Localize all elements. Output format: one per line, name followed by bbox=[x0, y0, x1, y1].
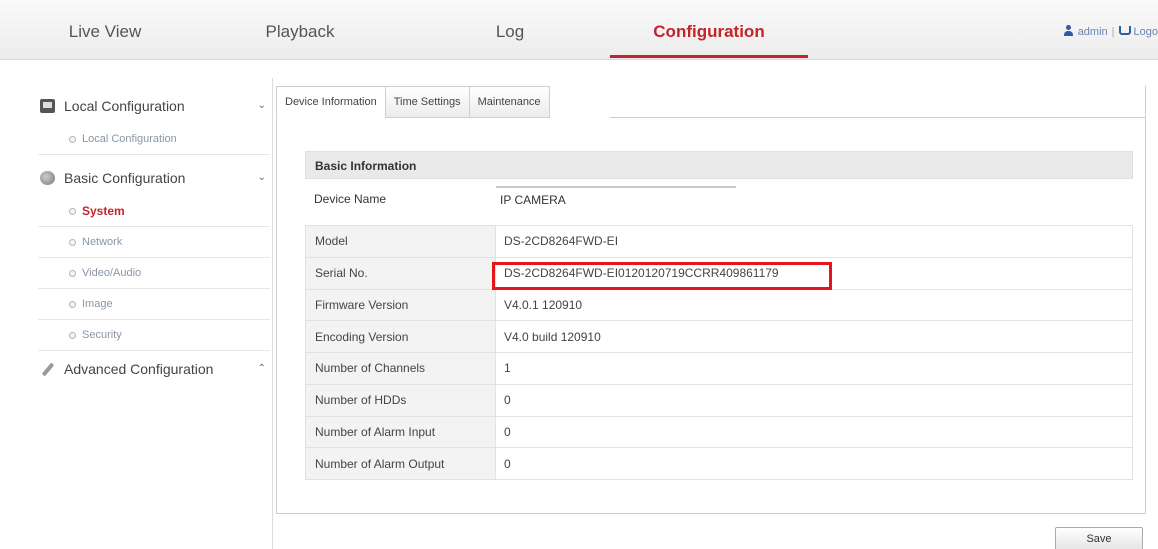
table-row: Number of Alarm Output 0 bbox=[305, 447, 1133, 480]
user-icon bbox=[1063, 25, 1074, 36]
info-key: Number of Alarm Output bbox=[305, 447, 496, 480]
sidebar-group-advanced-configuration[interactable]: Advanced Configuration ⌃ bbox=[38, 351, 270, 387]
sidebar-group-local-configuration[interactable]: Local Configuration ⌄ bbox=[38, 88, 270, 124]
username[interactable]: admin bbox=[1078, 26, 1108, 38]
sidebar-item-local-configuration[interactable]: Local Configuration bbox=[38, 124, 270, 155]
info-value: 0 bbox=[495, 415, 1133, 449]
sidebar-item-security[interactable]: Security bbox=[38, 320, 270, 351]
bullet-icon bbox=[69, 332, 76, 339]
info-key: Model bbox=[305, 225, 496, 258]
table-row: Number of Channels 1 bbox=[305, 352, 1133, 385]
separator: | bbox=[1111, 26, 1115, 38]
vertical-divider bbox=[272, 78, 273, 549]
sidebar-item-video-audio[interactable]: Video/Audio bbox=[38, 258, 270, 289]
tab-baseline bbox=[610, 117, 1146, 118]
logout-icon[interactable] bbox=[1118, 26, 1131, 35]
sidebar-item-image[interactable]: Image bbox=[38, 289, 270, 320]
bullet-icon bbox=[69, 270, 76, 277]
tab-playback[interactable]: Playback bbox=[230, 0, 370, 60]
tab-maintenance[interactable]: Maintenance bbox=[469, 86, 550, 118]
logout-link[interactable]: Logo bbox=[1134, 26, 1158, 38]
info-key: Firmware Version bbox=[305, 288, 496, 322]
info-value: 0 bbox=[495, 447, 1133, 480]
bullet-icon bbox=[69, 239, 76, 246]
panel-tabs: Device Information Time Settings Mainten… bbox=[276, 86, 550, 119]
section-title: Basic Information bbox=[305, 151, 1133, 179]
table-row: Serial No. DS-2CD8264FWD-EI0120120719CCR… bbox=[305, 256, 1133, 290]
info-key: Number of Alarm Input bbox=[305, 415, 496, 449]
sidebar-item-label: Local Configuration bbox=[82, 133, 177, 145]
tab-log[interactable]: Log bbox=[440, 0, 580, 60]
info-key: Encoding Version bbox=[305, 320, 496, 353]
info-key: Serial No. bbox=[305, 256, 496, 290]
table-row: Firmware Version V4.0.1 120910 bbox=[305, 288, 1133, 322]
sidebar-item-network[interactable]: Network bbox=[38, 227, 270, 258]
sidebar-group-label: Advanced Configuration bbox=[64, 361, 214, 377]
sidebar-item-label: Security bbox=[82, 329, 122, 341]
tab-live-view[interactable]: Live View bbox=[30, 0, 180, 60]
device-name-input[interactable] bbox=[496, 186, 736, 211]
info-key: Number of Channels bbox=[305, 352, 496, 385]
info-value: DS-2CD8264FWD-EI bbox=[495, 225, 1133, 258]
basic-config-icon bbox=[40, 171, 55, 185]
table-row: Encoding Version V4.0 build 120910 bbox=[305, 320, 1133, 353]
bullet-icon bbox=[69, 136, 76, 143]
sidebar: Local Configuration ⌄ Local Configuratio… bbox=[38, 88, 270, 387]
sidebar-item-system[interactable]: System bbox=[38, 196, 270, 227]
info-table: Model DS-2CD8264FWD-EI Serial No. DS-2CD… bbox=[305, 225, 1133, 480]
chevron-up-icon[interactable]: ⌃ bbox=[258, 351, 266, 387]
table-row: Model DS-2CD8264FWD-EI bbox=[305, 225, 1133, 258]
bullet-icon bbox=[69, 208, 76, 215]
wrench-icon bbox=[40, 362, 55, 376]
top-navigation: Live View Playback Log Configuration adm… bbox=[0, 0, 1158, 60]
chevron-down-icon[interactable]: ⌄ bbox=[258, 160, 266, 196]
user-box: admin | Logo bbox=[1063, 0, 1158, 60]
sidebar-item-label: System bbox=[82, 204, 125, 218]
info-value: V4.0.1 120910 bbox=[495, 288, 1133, 322]
info-value: 1 bbox=[495, 352, 1133, 385]
tab-configuration[interactable]: Configuration bbox=[610, 0, 808, 60]
info-value: V4.0 build 120910 bbox=[495, 320, 1133, 353]
tab-time-settings[interactable]: Time Settings bbox=[385, 86, 470, 118]
local-config-icon bbox=[40, 99, 55, 113]
info-value: DS-2CD8264FWD-EI0120120719CCRR409861179 bbox=[495, 256, 1133, 290]
chevron-down-icon[interactable]: ⌄ bbox=[258, 88, 266, 124]
table-row: Number of HDDs 0 bbox=[305, 383, 1133, 417]
sidebar-item-label: Video/Audio bbox=[82, 267, 142, 279]
info-key: Number of HDDs bbox=[305, 383, 496, 417]
sidebar-group-label: Local Configuration bbox=[64, 98, 185, 114]
table-row: Number of Alarm Input 0 bbox=[305, 415, 1133, 449]
sidebar-group-label: Basic Configuration bbox=[64, 170, 186, 186]
info-value: 0 bbox=[495, 383, 1133, 417]
sidebar-item-label: Image bbox=[82, 298, 113, 310]
device-name-label: Device Name bbox=[314, 192, 387, 206]
bullet-icon bbox=[69, 301, 76, 308]
sidebar-group-basic-configuration[interactable]: Basic Configuration ⌄ bbox=[38, 160, 270, 196]
save-button[interactable]: Save bbox=[1055, 527, 1143, 549]
sidebar-item-label: Network bbox=[82, 236, 123, 248]
tab-device-information[interactable]: Device Information bbox=[276, 86, 386, 119]
